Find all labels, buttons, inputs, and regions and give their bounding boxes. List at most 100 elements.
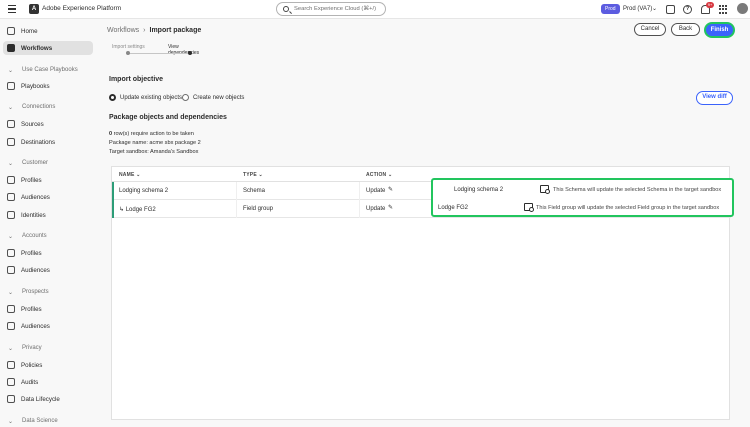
sidebar-section-label: Prospects (22, 289, 49, 295)
sidebar-item-label: Profiles (21, 249, 42, 257)
avatar[interactable] (737, 3, 748, 14)
sidebar-item-label: Profiles (21, 305, 42, 313)
step-import-settings[interactable]: Import settings (112, 44, 145, 50)
audiences-icon (7, 322, 15, 330)
edit-pencil-icon[interactable]: ✎ (388, 187, 394, 193)
column-header-label: TYPE (243, 172, 257, 178)
radio-create-new[interactable]: Create new objects (182, 94, 244, 101)
step-dot-current (188, 51, 192, 55)
radio-update-existing[interactable]: Update existing objects (109, 94, 182, 101)
radio-selected-icon[interactable] (109, 94, 116, 101)
radio-unselected-icon[interactable] (182, 94, 189, 101)
sidebar-section-label: Data Science (22, 418, 58, 424)
column-header-type[interactable]: TYPE ⌄ (243, 172, 263, 178)
sidebar-item-accounts-audiences[interactable]: Audiences (0, 263, 96, 277)
sidebar-item-workflows[interactable]: Workflows (3, 41, 93, 55)
sidebar-section-customer[interactable]: ⌄ Customer (0, 157, 96, 169)
profiles-icon (7, 249, 15, 257)
progress-stepper: Import settings View dependencies (112, 44, 202, 56)
sidebar-item-label: Identities (21, 211, 46, 219)
search-input[interactable]: Search Experience Cloud (⌘+/) (276, 2, 386, 16)
sidebar-section-label: Customer (22, 160, 49, 166)
chevron-down-icon: ⌄ (8, 67, 14, 74)
cell-type: Schema (243, 188, 266, 194)
environment-badge[interactable]: Prod (601, 4, 620, 14)
sidebar-section-accounts[interactable]: ⌄ Accounts (0, 230, 96, 242)
sidebar-item-label: Sources (21, 120, 44, 128)
radio-label: Create new objects (193, 94, 245, 101)
sidebar-item-destinations[interactable]: Destinations (0, 135, 96, 149)
sidebar-item-customer-profiles[interactable]: Profiles (0, 173, 96, 187)
sidebar-item-customer-audiences[interactable]: Audiences (0, 190, 96, 204)
sidebar-item-data-lifecycle[interactable]: Data Lifecycle (0, 392, 96, 406)
cell-action[interactable]: Update (366, 206, 385, 212)
chevron-down-icon: ⌄ (8, 418, 14, 425)
sidebar-section-prospects[interactable]: ⌄ Prospects (0, 286, 96, 298)
top-bar: A Adobe Experience Platform Search Exper… (0, 0, 750, 19)
adobe-logo-icon[interactable]: A (29, 4, 39, 14)
cancel-button[interactable]: Cancel (634, 23, 666, 36)
sidebar-item-label: Audiences (21, 193, 50, 201)
playbooks-icon (7, 82, 15, 90)
target-sandbox-text: Target sandbox: Amanda's Sandbox (109, 149, 199, 155)
sidebar-item-label: Audiences (21, 266, 50, 274)
sidebar-item-prospects-audiences[interactable]: Audiences (0, 319, 96, 333)
finish-button[interactable]: Finish (706, 24, 733, 36)
breadcrumb-separator-icon: › (143, 27, 146, 34)
app-name[interactable]: Adobe Experience Platform (42, 5, 121, 12)
policies-icon (7, 361, 15, 369)
identities-icon (7, 211, 15, 219)
back-button[interactable]: Back (671, 23, 700, 36)
sidebar-item-policies[interactable]: Policies (0, 358, 96, 372)
column-header-action[interactable]: ACTION ⌄ (366, 172, 392, 178)
notifications-count-badge: 9+ (706, 2, 714, 8)
column-header-label: NAME (119, 172, 135, 178)
audiences-icon (7, 266, 15, 274)
cell-name: Lodging schema 2 (119, 188, 169, 194)
sidebar-item-label: Workflows (21, 44, 53, 52)
sidebar-section-label: Use Case Playbooks (22, 67, 78, 73)
destinations-icon (7, 138, 15, 146)
rows-text: row(s) require action to be taken (112, 131, 194, 137)
sidebar-section-use-case-playbooks[interactable]: ⌄ Use Case Playbooks (0, 64, 96, 76)
sidebar-item-sources[interactable]: Sources (0, 117, 96, 131)
apps-grid-icon[interactable] (719, 5, 728, 14)
column-header-label: ACTION (366, 172, 387, 178)
search-placeholder: Search Experience Cloud (⌘+/) (294, 6, 376, 12)
sidebar-item-audits[interactable]: Audits (0, 375, 96, 389)
sidebar-item-accounts-profiles[interactable]: Profiles (0, 246, 96, 260)
environment-name[interactable]: Prod (VA7) (623, 6, 652, 12)
sidebar-item-identities[interactable]: Identities (0, 208, 96, 222)
sidebar-section-data-science[interactable]: ⌄ Data Science (0, 415, 96, 427)
edit-pencil-icon[interactable]: ✎ (388, 205, 394, 211)
sidebar-item-playbooks[interactable]: Playbooks (0, 79, 96, 93)
feedback-icon[interactable] (666, 5, 675, 14)
column-divider (359, 200, 360, 218)
view-diff-button[interactable]: View diff (696, 91, 733, 105)
chevron-down-icon[interactable]: ⌄ (652, 5, 657, 12)
sidebar-item-home[interactable]: Home (0, 24, 96, 38)
help-icon[interactable]: ? (683, 5, 692, 14)
chevron-down-icon: ⌄ (8, 233, 14, 240)
sidebar-item-prospects-profiles[interactable]: Profiles (0, 302, 96, 316)
column-divider (236, 182, 237, 200)
package-name-text: Package name: acme sbx package 2 (109, 140, 201, 146)
row-status-indicator (112, 182, 114, 200)
cell-action[interactable]: Update (366, 188, 385, 194)
sidebar-section-privacy[interactable]: ⌄ Privacy (0, 342, 96, 354)
stepper-track (128, 52, 190, 54)
row-status-indicator (112, 200, 114, 218)
column-divider (359, 182, 360, 200)
step-view-dependencies[interactable]: View dependencies (168, 44, 202, 56)
sidebar-item-label: Data Lifecycle (21, 395, 60, 403)
menu-icon[interactable] (8, 5, 16, 13)
column-divider (236, 200, 237, 218)
breadcrumb: Workflows › Import package (107, 27, 201, 34)
column-header-name[interactable]: NAME ⌄ (119, 172, 141, 178)
sidebar-section-connections[interactable]: ⌄ Connections (0, 101, 96, 113)
callout-object-name: Lodge FG2 (438, 205, 469, 211)
breadcrumb-parent-link[interactable]: Workflows (107, 27, 139, 34)
sidebar-item-label: Audits (21, 378, 39, 386)
rows-action-text: 0 row(s) require action to be taken (109, 131, 194, 137)
data-lifecycle-icon (7, 395, 15, 403)
